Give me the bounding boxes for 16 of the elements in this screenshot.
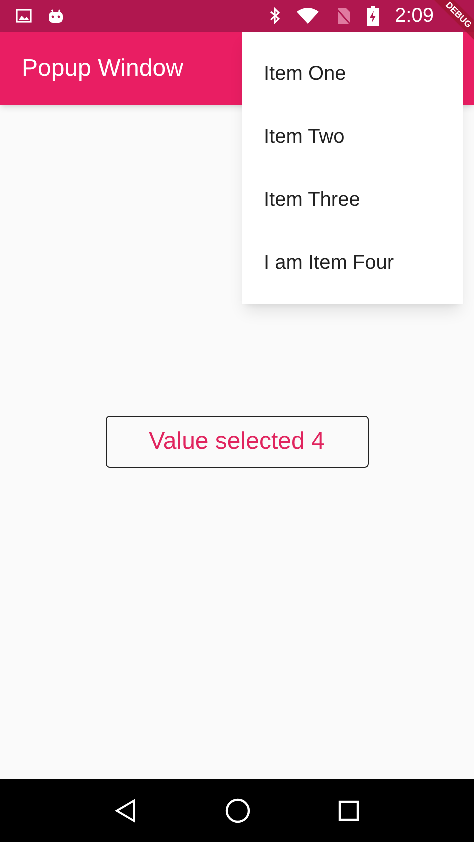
home-icon[interactable] [224, 798, 251, 824]
wifi-icon [297, 8, 320, 24]
image-icon [16, 9, 32, 23]
menu-item[interactable]: Item Three [242, 168, 463, 231]
app-bar-title: Popup Window [22, 54, 184, 84]
value-button[interactable]: Value selected 4 [106, 416, 368, 468]
bluetooth-icon [269, 7, 282, 25]
no-sim-icon [335, 7, 352, 25]
battery-charging-icon [367, 6, 380, 26]
menu-item[interactable]: Item One [242, 42, 463, 105]
robot-icon [48, 8, 64, 24]
recents-icon[interactable] [338, 800, 360, 822]
menu-item[interactable]: I am Item Four [242, 231, 463, 294]
clock-time: 2:09 [395, 4, 434, 29]
menu-item[interactable]: Item Two [242, 105, 463, 168]
back-icon[interactable] [114, 798, 138, 822]
